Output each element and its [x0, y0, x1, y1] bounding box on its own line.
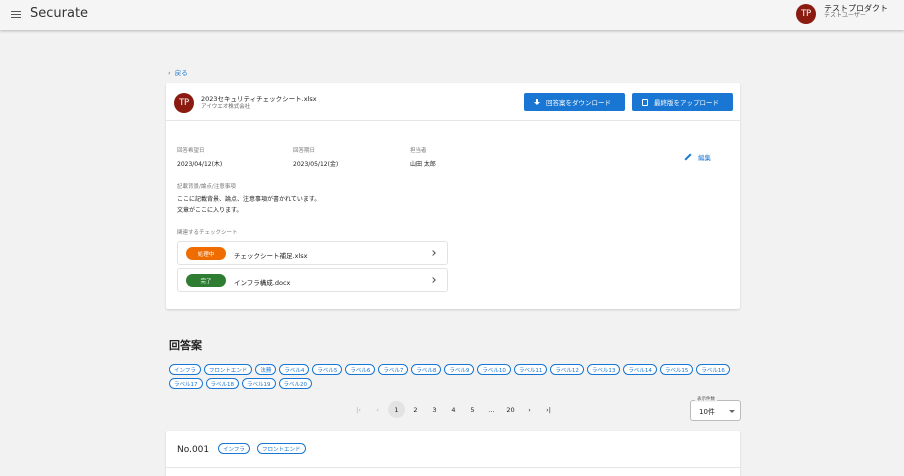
- tag-chip[interactable]: ラベル8: [411, 364, 442, 375]
- page-button[interactable]: 5: [463, 401, 482, 418]
- tag-chip[interactable]: ラベル18: [205, 378, 239, 389]
- user-avatar[interactable]: TP: [796, 4, 816, 24]
- divider: [166, 120, 740, 121]
- per-page-value: 10件: [699, 408, 715, 416]
- tag-chip[interactable]: 法務: [255, 364, 277, 375]
- first-page-icon[interactable]: |‹: [349, 401, 368, 418]
- edit-label: 編集: [698, 154, 711, 162]
- assignee-label: 担当者: [410, 148, 427, 154]
- page-button[interactable]: 20: [501, 401, 520, 418]
- tag-chip[interactable]: インフラ: [169, 364, 201, 375]
- tag-chip[interactable]: ラベル13: [586, 364, 621, 375]
- page-button-current[interactable]: 1: [388, 401, 405, 418]
- tag-chip[interactable]: ラベル15: [659, 364, 694, 375]
- tag-chip[interactable]: ラベル16: [696, 364, 730, 375]
- tag-chip[interactable]: ラベル10: [477, 364, 511, 375]
- checksheet-card: TP 2023セキュリティチェックシート.xlsx アイウエオ株式会社 回答案を…: [166, 83, 740, 309]
- related-sheet-name: チェックシート補足.xlsx: [234, 252, 308, 260]
- page-button[interactable]: 3: [425, 401, 444, 418]
- per-page-label: 表示件数: [695, 396, 717, 402]
- tag-chip[interactable]: ラベル12: [550, 364, 584, 375]
- upload-final-button[interactable]: 最終版をアップロード: [632, 93, 733, 111]
- tag-chip[interactable]: ラベル17: [169, 378, 203, 389]
- back-label: 戻る: [174, 69, 188, 77]
- related-sheet-name: インフラ構成.docx: [234, 279, 291, 287]
- download-icon: [534, 98, 540, 106]
- upload-final-label: 最終版をアップロード: [654, 99, 719, 107]
- page-ellipsis: …: [488, 405, 495, 414]
- answer-card: No.001 インフラ フロントエンド: [166, 431, 740, 476]
- tag-chip[interactable]: ラベル6: [345, 364, 376, 375]
- related-sheets-label: 関連するチェックシート: [177, 230, 238, 236]
- back-link[interactable]: ‹ 戻る: [168, 67, 188, 77]
- page-button[interactable]: 4: [444, 401, 463, 418]
- app-bar: Securate TP テストプロダクト テストユーザー: [0, 0, 904, 30]
- related-sheet-item[interactable]: 処理中 チェックシート補足.xlsx: [177, 241, 448, 265]
- tag-chip[interactable]: フロントエンド: [203, 364, 253, 375]
- assignee-value: 山田 太郎: [410, 161, 436, 168]
- hamburger-menu-icon[interactable]: [11, 9, 21, 21]
- related-sheet-item[interactable]: 完了 インフラ構成.docx: [177, 268, 448, 292]
- answers-title: 回答案: [169, 339, 202, 352]
- tag-filter-list: インフラ フロントエンド 法務 ラベル4 ラベル5 ラベル6 ラベル7 ラベル8…: [169, 364, 744, 389]
- notes-line: ここに記載背景、論点、注意事項が書かれています。: [177, 196, 321, 203]
- due-date-value: 2023/05/12(金): [293, 161, 339, 168]
- tag-chip[interactable]: ラベル5: [312, 364, 343, 375]
- next-page-icon[interactable]: ›: [520, 401, 539, 418]
- notes-label: 記載背景/論点/注意事項: [177, 184, 236, 190]
- notes-text: ここに記載背景、論点、注意事項が書かれています。 文章がここに入ります。: [177, 194, 320, 216]
- divider: [166, 467, 740, 468]
- user-role: テストユーザー: [824, 12, 866, 20]
- sheet-avatar: TP: [174, 93, 194, 113]
- answer-number: No.001: [177, 445, 210, 455]
- user-info[interactable]: テストプロダクト テストユーザー: [824, 4, 888, 20]
- tag-chip[interactable]: ラベル19: [242, 378, 276, 389]
- edit-button[interactable]: 編集: [684, 152, 711, 162]
- status-badge: 完了: [186, 274, 226, 287]
- last-page-icon[interactable]: ›|: [539, 401, 558, 418]
- pencil-icon: [684, 153, 692, 161]
- desired-date-label: 回答希望日: [177, 148, 205, 154]
- desired-date-value: 2023/04/12(木): [177, 161, 223, 168]
- tag-chip[interactable]: ラベル4: [279, 364, 310, 375]
- download-draft-button[interactable]: 回答案をダウンロード: [524, 93, 625, 111]
- tag-chip[interactable]: ラベル20: [278, 378, 312, 389]
- app-title: Securate: [30, 6, 89, 21]
- tag-chip[interactable]: フロントエンド: [257, 443, 306, 454]
- tag-chip[interactable]: ラベル14: [623, 364, 657, 375]
- notes-line: 文章がここに入ります。: [177, 207, 243, 214]
- due-date-label: 回答期日: [293, 148, 316, 154]
- pagination: |‹ ‹ 1 2 3 4 5 … 20 › ›|: [349, 401, 558, 418]
- tag-chip[interactable]: ラベル11: [513, 364, 548, 375]
- per-page-select[interactable]: 表示件数 10件: [690, 396, 741, 421]
- document-icon: [642, 98, 648, 106]
- tag-chip[interactable]: ラベル9: [444, 364, 475, 375]
- page-button[interactable]: 2: [406, 401, 425, 418]
- download-draft-label: 回答案をダウンロード: [546, 99, 611, 107]
- tag-chip[interactable]: ラベル7: [378, 364, 409, 375]
- sheet-company: アイウエオ株式会社: [201, 104, 251, 110]
- chevron-right-icon: [430, 250, 436, 256]
- caret-down-icon: [729, 410, 735, 413]
- chevron-left-icon: ‹: [168, 69, 171, 77]
- prev-page-icon[interactable]: ‹: [368, 401, 387, 418]
- tag-chip[interactable]: インフラ: [218, 443, 250, 454]
- chevron-right-icon: [430, 277, 436, 283]
- status-badge: 処理中: [186, 247, 226, 260]
